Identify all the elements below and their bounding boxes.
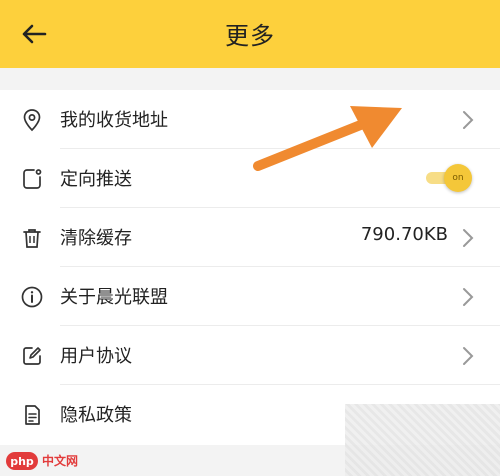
toggle-state-text: on [452, 173, 464, 183]
document-icon [25, 405, 40, 425]
toggle-knob: on [444, 164, 472, 192]
cache-size: 790.70KB [360, 224, 448, 245]
row-label: 关于晨光联盟 [60, 287, 168, 308]
row-label: 用户协议 [60, 346, 132, 367]
row-label: 定向推送 [60, 169, 132, 190]
chevron-right-icon [463, 347, 474, 365]
row-label: 我的收货地址 [60, 110, 168, 131]
push-toggle[interactable]: on [426, 164, 472, 192]
page-title: 更多 [225, 22, 275, 50]
trash-icon [23, 229, 41, 248]
edit-icon [23, 347, 41, 365]
push-icon [23, 169, 42, 189]
row-clear-cache[interactable]: 清除缓存 790.70KB [0, 208, 500, 267]
info-icon [21, 286, 43, 308]
chevron-right-icon [463, 111, 474, 129]
orange-arrow-icon [253, 106, 402, 171]
image-noise-area [345, 404, 500, 476]
watermark-logo: php [6, 452, 38, 470]
top-bar: 更多 [0, 0, 500, 68]
row-user-agreement[interactable]: 用户协议 [0, 326, 500, 385]
location-pin-icon [23, 109, 41, 132]
row-label: 清除缓存 [60, 228, 132, 249]
chevron-right-icon [463, 229, 474, 247]
watermark-text: 中文网 [42, 454, 79, 468]
row-about[interactable]: 关于晨光联盟 [0, 267, 500, 326]
chevron-right-icon [463, 288, 474, 306]
watermark: php 中文网 [0, 446, 100, 476]
row-label: 隐私政策 [60, 405, 132, 426]
